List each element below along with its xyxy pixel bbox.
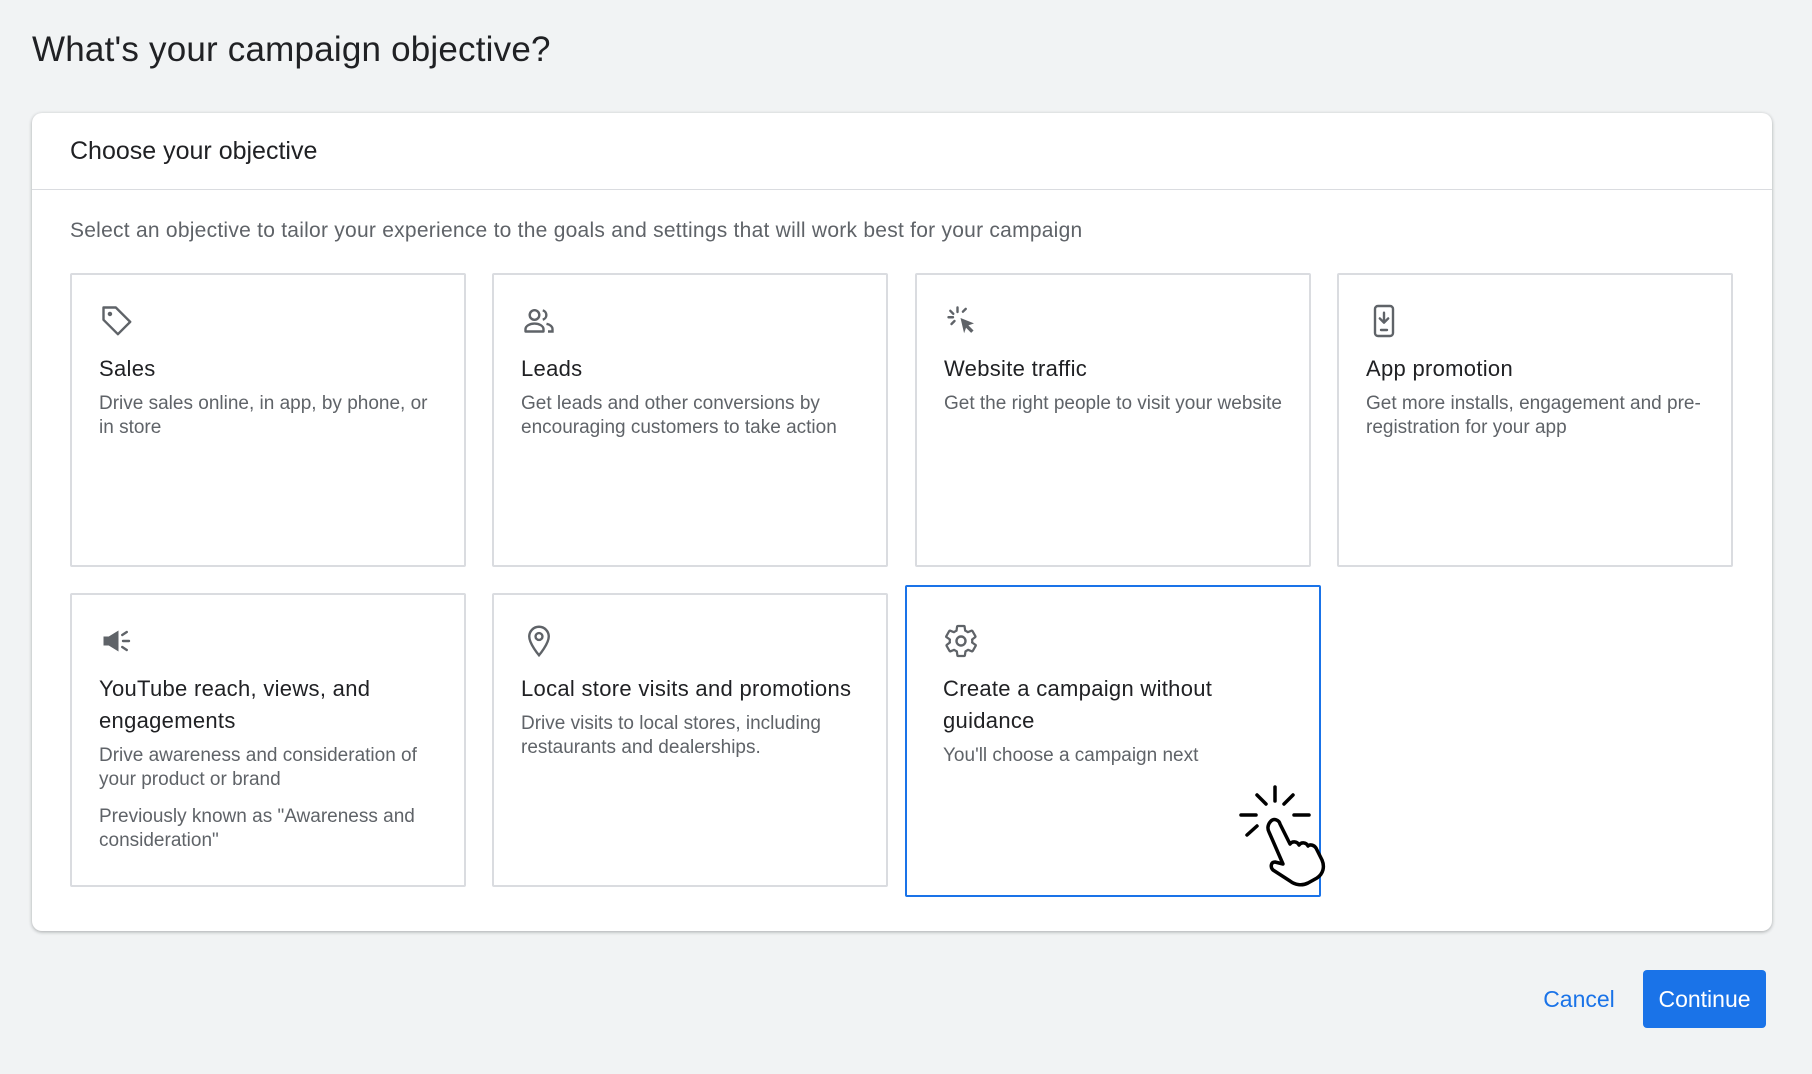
- panel-header-title: Choose your objective: [70, 136, 318, 165]
- megaphone-icon: [99, 623, 135, 659]
- panel-instruction: Select an objective to tailor your exper…: [70, 219, 1083, 242]
- objective-card-youtube[interactable]: YouTube reach, views, and engagements Dr…: [70, 593, 466, 887]
- objective-description: Drive visits to local stores, including …: [521, 713, 821, 758]
- objective-title: YouTube reach, views, and engagements: [99, 676, 371, 733]
- objective-description: Get leads and other conversions by encou…: [521, 393, 837, 438]
- location-pin-icon: [521, 623, 557, 659]
- objective-title: Sales: [99, 356, 156, 381]
- gear-icon: [943, 623, 979, 659]
- continue-button[interactable]: Continue: [1643, 970, 1766, 1028]
- objective-panel: Choose your objective Select an objectiv…: [32, 113, 1772, 931]
- objective-description: Get the right people to visit your websi…: [944, 393, 1282, 414]
- objective-title: Leads: [521, 356, 583, 381]
- objective-description: You'll choose a campaign next: [943, 745, 1199, 766]
- objective-card-sales[interactable]: Sales Drive sales online, in app, by pho…: [70, 273, 466, 567]
- people-icon: [521, 303, 557, 339]
- objective-title: Create a campaign without guidance: [943, 676, 1213, 733]
- tag-icon: [99, 303, 135, 339]
- phone-download-icon: [1366, 303, 1402, 339]
- objective-description: Drive awareness and consideration of you…: [99, 745, 417, 790]
- cancel-button[interactable]: Cancel: [1527, 970, 1631, 1028]
- objective-description: Drive sales online, in app, by phone, or…: [99, 393, 428, 438]
- hand-cursor-icon: [1235, 783, 1345, 893]
- objective-card-website-traffic[interactable]: Website traffic Get the right people to …: [915, 273, 1311, 567]
- panel-header: Choose your objective: [32, 113, 1772, 190]
- objective-title: Website traffic: [944, 356, 1088, 381]
- objective-title: Local store visits and promotions: [521, 676, 852, 701]
- objective-card-leads[interactable]: Leads Get leads and other conversions by…: [492, 273, 888, 567]
- objective-card-app-promotion[interactable]: App promotion Get more installs, engagem…: [1337, 273, 1733, 567]
- objective-card-local-store-visits[interactable]: Local store visits and promotions Drive …: [492, 593, 888, 887]
- cursor-click-icon: [944, 303, 980, 339]
- page-title: What's your campaign objective?: [32, 30, 551, 69]
- objective-title: App promotion: [1366, 356, 1513, 381]
- objective-description: Get more installs, engagement and pre-re…: [1366, 393, 1701, 438]
- objective-note: Previously known as "Awareness and consi…: [99, 806, 415, 851]
